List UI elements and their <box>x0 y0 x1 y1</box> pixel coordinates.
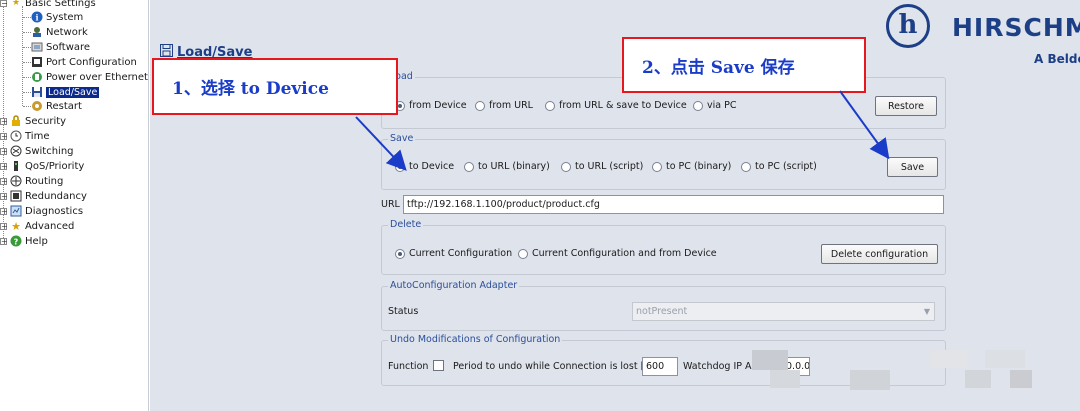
annotation-arrows <box>355 90 890 171</box>
arrow-to-save <box>839 90 890 160</box>
arrow-to-device <box>355 116 407 171</box>
